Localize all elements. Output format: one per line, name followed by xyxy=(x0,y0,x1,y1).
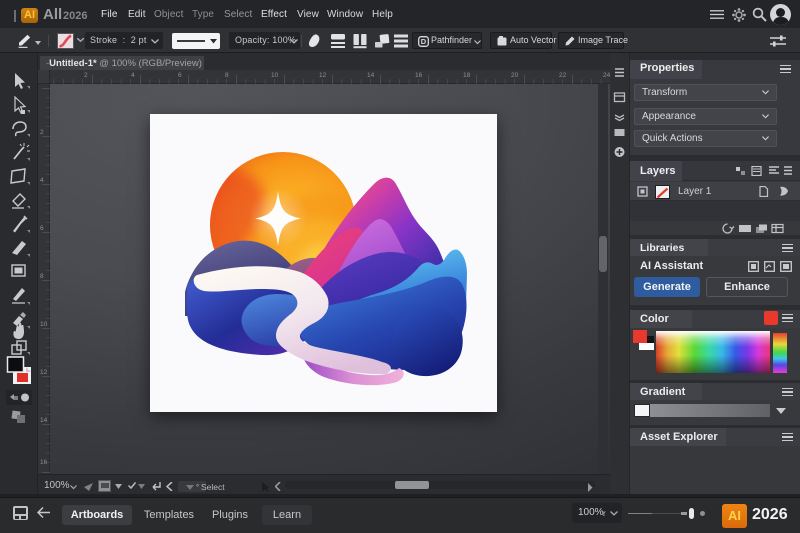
svg-text:16: 16 xyxy=(415,72,423,79)
svg-text:8: 8 xyxy=(225,72,229,79)
svg-text:2: 2 xyxy=(84,72,88,79)
svg-text:18: 18 xyxy=(463,72,471,79)
svg-text:6: 6 xyxy=(178,72,182,79)
svg-text:12: 12 xyxy=(319,72,327,79)
svg-text:10: 10 xyxy=(271,72,279,79)
svg-text:14: 14 xyxy=(40,417,48,424)
svg-text:22: 22 xyxy=(559,72,567,79)
svg-text:14: 14 xyxy=(367,72,375,79)
svg-text:24: 24 xyxy=(603,72,610,79)
svg-text:D: D xyxy=(421,37,427,46)
svg-text:2: 2 xyxy=(40,129,44,136)
svg-text:4: 4 xyxy=(131,72,135,79)
svg-text:8: 8 xyxy=(40,273,44,280)
svg-text:20: 20 xyxy=(511,72,519,79)
svg-text:12: 12 xyxy=(40,369,48,376)
svg-text:16: 16 xyxy=(40,459,48,466)
svg-text:6: 6 xyxy=(40,225,44,232)
svg-text:10: 10 xyxy=(40,321,48,328)
svg-text:4: 4 xyxy=(40,177,44,184)
